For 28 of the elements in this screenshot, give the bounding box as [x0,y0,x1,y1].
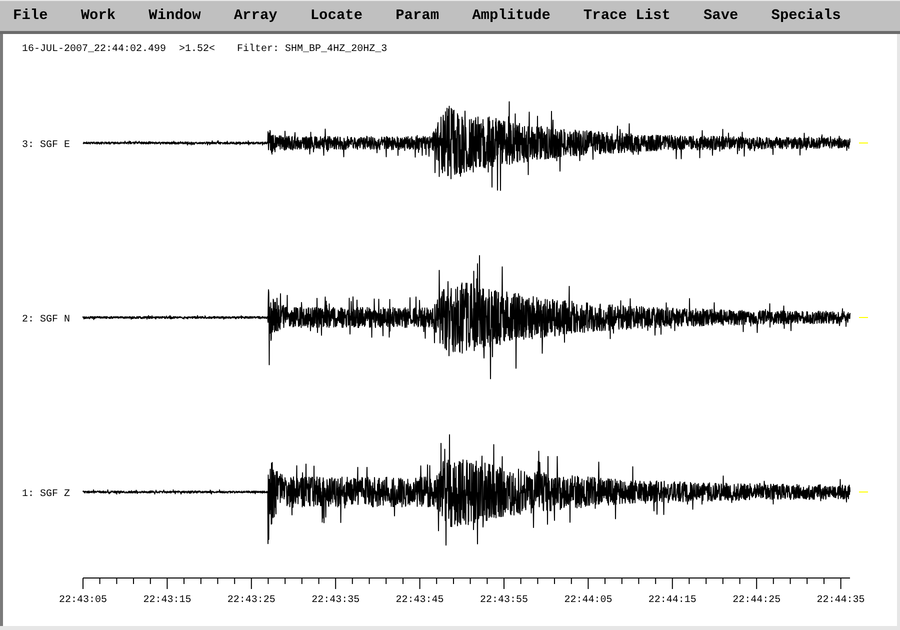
menu-item[interactable]: File [13,7,48,25]
menu-item[interactable]: Save [703,7,738,25]
marker-icon [859,317,868,318]
menu-item[interactable]: Window [148,7,201,25]
tick-label: 22:43:25 [227,595,276,606]
tick-label: 22:43:05 [59,595,107,606]
menu-item[interactable]: Amplitude [472,7,550,25]
timestamp-text: 16-JUL-2007_22:44:02.499 [22,44,166,56]
tick-label: 22:43:45 [396,595,444,606]
tick-label: 22:44:15 [648,595,696,606]
tick-label: 22:43:55 [480,595,528,606]
menu-item[interactable]: Locate [310,7,363,25]
menu-item[interactable]: Work [80,7,116,25]
menu-item[interactable]: Trace List [583,7,670,25]
menu-item[interactable]: Array [234,7,278,25]
menu-item[interactable]: Param [396,7,440,25]
filter-text: Filter: SHM_BP_4HZ_20HZ_3 [237,44,388,56]
trace-label: 1: SGF Z [22,489,70,500]
trace-label: 2: SGF N [22,314,70,326]
scale-value-text: >1.52< [179,44,216,56]
tick-label: 22:44:05 [564,595,612,606]
tick-label: 22:44:35 [816,595,865,606]
marker-icon [859,142,868,144]
tick-label: 22:43:35 [312,595,360,606]
menu-item[interactable]: Specials [771,7,841,25]
tick-label: 22:43:15 [143,595,192,606]
tick-label: 22:44:25 [732,595,781,606]
trace-label: 3: SGF E [22,140,70,151]
